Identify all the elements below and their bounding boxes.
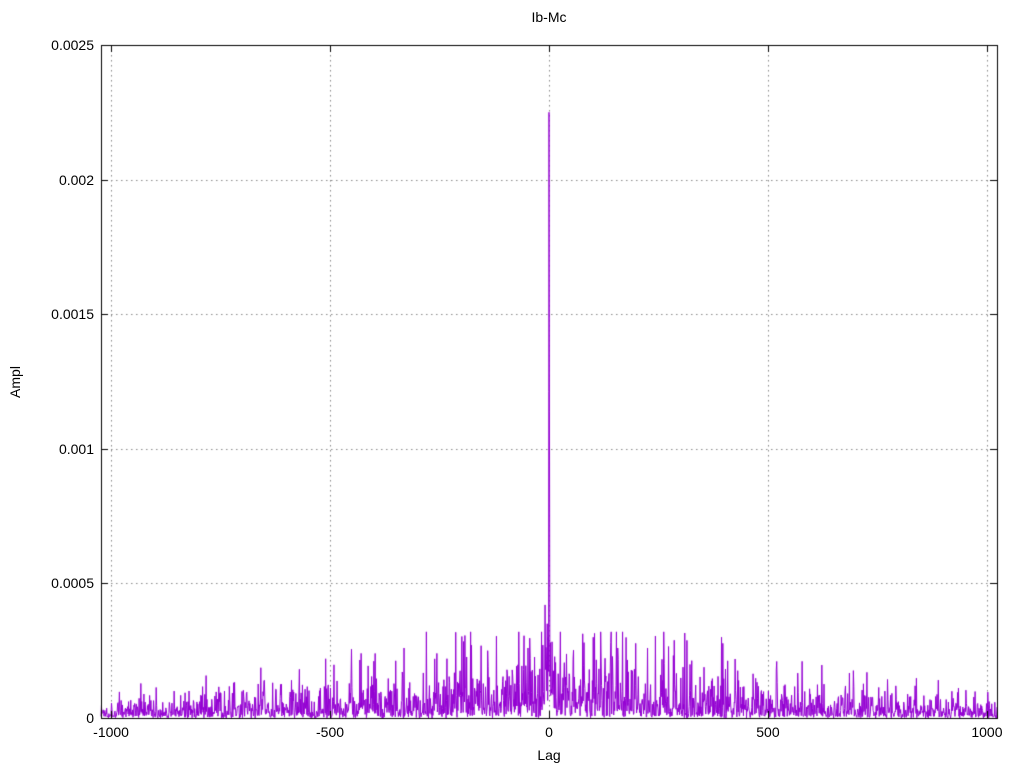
y-tick-label: 0.001 [58,440,94,457]
x-tick-label: -500 [316,724,345,740]
plot-canvas [0,0,1024,768]
x-tick-label: 0 [545,724,553,740]
x-axis-label: Lag [537,747,561,763]
chart-title: Ib-Mc [531,9,567,25]
y-tick-label: 0 [86,710,94,726]
x-tick-label: 500 [756,724,780,740]
y-tick-label: 0.0005 [51,575,94,592]
x-tick-label: 1000 [971,724,1003,740]
y-tick-label: 0.002 [58,171,94,188]
y-tick-label: 0.0015 [51,306,94,323]
y-tick-label: 0.0025 [51,37,94,53]
y-axis-label: Ampl [7,365,23,398]
chart-figure: Ib-Mc Lag Ampl -1000 -500 0 500 1000 0 0.0005… [0,0,1024,768]
x-tick-label: -1000 [93,724,129,740]
